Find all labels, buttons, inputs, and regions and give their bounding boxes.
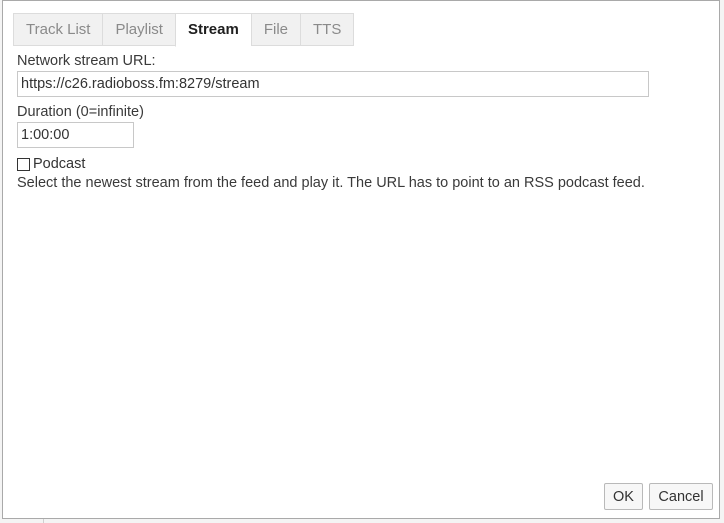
tab-tts[interactable]: TTS	[300, 13, 355, 46]
tab-bar: Track List Playlist Stream File TTS	[13, 13, 355, 47]
podcast-description: Select the newest stream from the feed a…	[17, 175, 645, 191]
podcast-checkbox[interactable]	[17, 157, 30, 171]
add-item-dialog: Track List Playlist Stream File TTS Netw…	[2, 0, 720, 519]
cancel-button[interactable]: Cancel	[649, 483, 713, 510]
podcast-label[interactable]: Podcast	[33, 156, 85, 172]
duration-input[interactable]	[17, 122, 134, 148]
tab-file[interactable]: File	[250, 13, 300, 46]
duration-label: Duration (0=infinite)	[17, 104, 144, 120]
url-label: Network stream URL:	[17, 53, 156, 69]
tab-stream[interactable]: Stream	[174, 13, 251, 47]
tab-track-list[interactable]: Track List	[13, 13, 103, 46]
dialog-footer: OK Cancel	[604, 483, 713, 510]
stream-url-input[interactable]	[17, 71, 649, 97]
podcast-option: Podcast	[17, 155, 707, 173]
ok-button[interactable]: OK	[604, 483, 643, 510]
stream-tab-panel: Network stream URL: Duration (0=infinite…	[17, 53, 707, 192]
tab-playlist[interactable]: Playlist	[102, 13, 175, 46]
